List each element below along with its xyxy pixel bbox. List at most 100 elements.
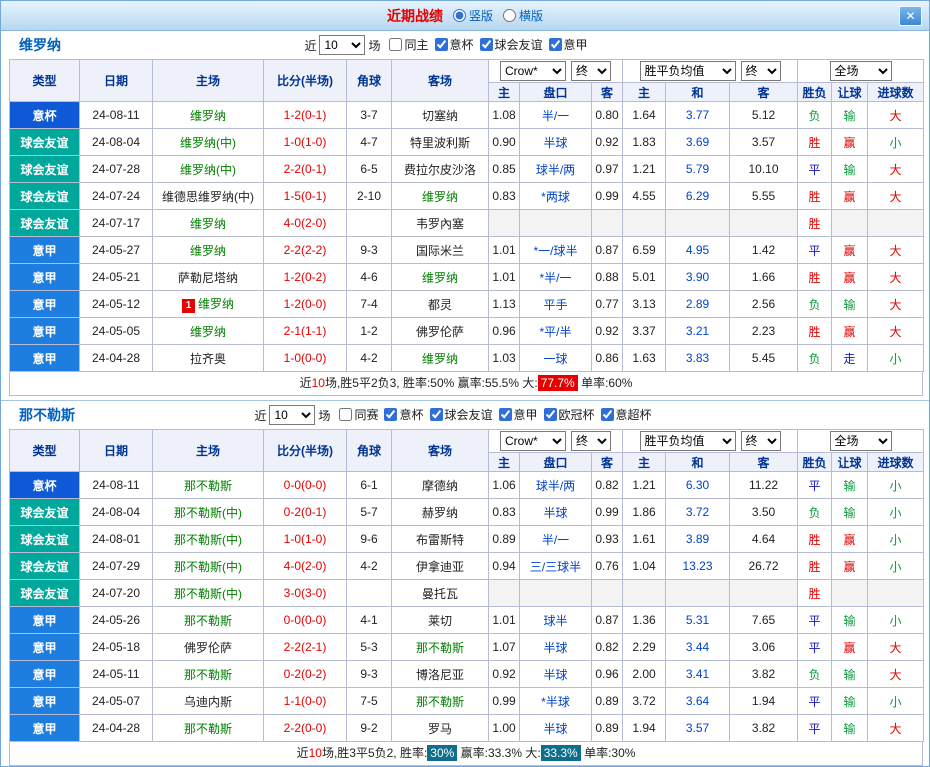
cell-home-team[interactable]: 那不勒斯 bbox=[152, 471, 264, 499]
filter-checkbox[interactable] bbox=[548, 38, 562, 51]
scope-select[interactable]: 全场 bbox=[829, 431, 892, 451]
cell-home-team[interactable]: 维罗纳 bbox=[152, 209, 264, 237]
cell-score[interactable]: 2-2(0-1) bbox=[263, 155, 347, 183]
avg-final-select[interactable]: 终 bbox=[740, 431, 781, 451]
cell-score[interactable]: 2-2(2-1) bbox=[263, 633, 347, 661]
cell-away-team[interactable]: 摩德纳 bbox=[391, 471, 489, 499]
cell-home-team[interactable]: 乌迪内斯 bbox=[152, 687, 264, 715]
filter-option[interactable]: 球会友谊 bbox=[429, 406, 493, 423]
cell-home-team[interactable]: 1 维罗纳 bbox=[152, 290, 264, 318]
cell-home-team[interactable]: 维罗纳(中) bbox=[152, 128, 264, 156]
cell-home-team[interactable]: 那不勒斯 bbox=[152, 660, 264, 688]
cell-home-team[interactable]: 维罗纳 bbox=[152, 236, 264, 264]
layout-option-horizontal[interactable]: 横版 bbox=[503, 7, 543, 24]
cell-home-team[interactable]: 那不勒斯(中) bbox=[152, 579, 264, 607]
cell-home-team[interactable]: 那不勒斯 bbox=[152, 714, 264, 742]
cell-score[interactable]: 0-0(0-0) bbox=[263, 471, 347, 499]
filter-checkbox[interactable] bbox=[600, 408, 614, 421]
filter-option[interactable]: 同赛 bbox=[339, 406, 378, 423]
cell-score[interactable]: 1-2(0-1) bbox=[263, 101, 347, 129]
cell-away-team[interactable]: 维罗纳 bbox=[391, 182, 489, 210]
cell-away-team[interactable]: 维罗纳 bbox=[391, 344, 489, 372]
filter-option[interactable]: 意甲 bbox=[548, 36, 588, 53]
cell-score[interactable]: 1-2(0-2) bbox=[263, 263, 347, 291]
cell-home-team[interactable]: 那不勒斯(中) bbox=[152, 525, 264, 553]
cell-score[interactable]: 2-1(1-1) bbox=[263, 317, 347, 345]
cell-home-team[interactable]: 拉齐奥 bbox=[152, 344, 264, 372]
cell-score[interactable]: 1-2(0-0) bbox=[263, 290, 347, 318]
filter-option[interactable]: 意甲 bbox=[498, 406, 538, 423]
cell-score[interactable]: 2-2(0-0) bbox=[263, 714, 347, 742]
layout-option-vertical[interactable]: 竖版 bbox=[452, 7, 493, 24]
cell-home-team[interactable]: 佛罗伦萨 bbox=[152, 633, 264, 661]
cell-score[interactable]: 1-0(1-0) bbox=[263, 525, 347, 553]
cell-home-team[interactable]: 维德思维罗纳(中) bbox=[152, 182, 264, 210]
match-count-select[interactable]: 10 bbox=[269, 405, 316, 425]
cell-score[interactable]: 0-2(0-2) bbox=[263, 660, 347, 688]
cell-away-team[interactable]: 维罗纳 bbox=[391, 263, 489, 291]
cell-away-team[interactable]: 特里波利斯 bbox=[391, 128, 489, 156]
avg-type-select[interactable]: 胜平负均值 bbox=[639, 61, 736, 81]
cell-score[interactable]: 1-0(0-0) bbox=[263, 344, 347, 372]
cell-score[interactable]: 3-0(3-0) bbox=[263, 579, 347, 607]
vertical-radio[interactable] bbox=[452, 9, 466, 22]
cell-score[interactable]: 4-0(2-0) bbox=[263, 209, 347, 237]
filter-option[interactable]: 意杯 bbox=[434, 36, 474, 53]
filter-checkbox[interactable] bbox=[479, 38, 493, 51]
cell-score[interactable]: 1-5(0-1) bbox=[263, 182, 347, 210]
scope-select[interactable]: 全场 bbox=[829, 61, 892, 81]
filter-option[interactable]: 欧冠杯 bbox=[543, 406, 595, 423]
cell-away-team[interactable]: 罗马 bbox=[391, 714, 489, 742]
cell-away-team[interactable]: 韦罗內塞 bbox=[391, 209, 489, 237]
cell-away-team[interactable]: 布雷斯特 bbox=[391, 525, 489, 553]
cell-home-team[interactable]: 那不勒斯(中) bbox=[152, 498, 264, 526]
cell-score[interactable]: 2-2(2-2) bbox=[263, 236, 347, 264]
cell-away-team[interactable]: 都灵 bbox=[391, 290, 489, 318]
filter-checkbox[interactable] bbox=[429, 408, 443, 421]
cell-avg-away: 3.82 bbox=[729, 714, 799, 742]
avg-final-select[interactable]: 终 bbox=[740, 61, 781, 81]
cell-away-team[interactable]: 伊拿迪亚 bbox=[391, 552, 489, 580]
filter-checkbox[interactable] bbox=[389, 38, 403, 51]
cell-home-team[interactable]: 维罗纳 bbox=[152, 317, 264, 345]
filter-checkbox[interactable] bbox=[339, 408, 353, 421]
cell-home-team[interactable]: 维罗纳 bbox=[152, 101, 264, 129]
cell-score[interactable]: 1-1(0-0) bbox=[263, 687, 347, 715]
cell-away-team[interactable]: 切塞纳 bbox=[391, 101, 489, 129]
cell-away-team[interactable]: 曼托瓦 bbox=[391, 579, 489, 607]
cell-home-team[interactable]: 那不勒斯 bbox=[152, 606, 264, 634]
cell-score[interactable]: 4-0(2-0) bbox=[263, 552, 347, 580]
cell-score[interactable]: 0-2(0-1) bbox=[263, 498, 347, 526]
cell-away-odds: 0.87 bbox=[590, 236, 624, 264]
odds-final-select[interactable]: 终 bbox=[571, 431, 611, 451]
match-count-select[interactable]: 10 bbox=[319, 35, 366, 55]
cell-home-team[interactable]: 维罗纳(中) bbox=[152, 155, 264, 183]
filter-option[interactable]: 球会友谊 bbox=[479, 36, 543, 53]
close-button[interactable]: ✕ bbox=[899, 6, 922, 26]
avg-type-select[interactable]: 胜平负均值 bbox=[639, 431, 736, 451]
cell-away-team[interactable]: 那不勒斯 bbox=[391, 633, 489, 661]
cell-away-team[interactable]: 博洛尼亚 bbox=[391, 660, 489, 688]
filter-option[interactable]: 意超杯 bbox=[600, 406, 652, 423]
cell-away-team[interactable]: 国际米兰 bbox=[391, 236, 489, 264]
filter-option[interactable]: 意杯 bbox=[384, 406, 424, 423]
odds-company-select[interactable]: Crow* bbox=[500, 61, 566, 81]
cell-score[interactable]: 1-0(1-0) bbox=[263, 128, 347, 156]
filter-checkbox[interactable] bbox=[498, 408, 512, 421]
cell-home-team[interactable]: 萨勒尼塔纳 bbox=[152, 263, 264, 291]
filter-option[interactable]: 同主 bbox=[389, 36, 429, 53]
horizontal-radio[interactable] bbox=[503, 9, 516, 22]
cell-home-team[interactable]: 那不勒斯(中) bbox=[152, 552, 264, 580]
cell-score[interactable]: 0-0(0-0) bbox=[263, 606, 347, 634]
cell-away-team[interactable]: 那不勒斯 bbox=[391, 687, 489, 715]
cell-away-team[interactable]: 费拉尔皮沙洛 bbox=[391, 155, 489, 183]
filter-checkbox[interactable] bbox=[434, 38, 448, 51]
cell-away-team[interactable]: 赫罗纳 bbox=[391, 498, 489, 526]
filter-checkbox[interactable] bbox=[384, 408, 398, 421]
cell-result: 胜 bbox=[797, 182, 833, 210]
cell-away-team[interactable]: 佛罗伦萨 bbox=[391, 317, 489, 345]
filter-checkbox[interactable] bbox=[543, 408, 557, 421]
odds-final-select[interactable]: 终 bbox=[571, 61, 611, 81]
cell-away-team[interactable]: 莱切 bbox=[391, 606, 489, 634]
odds-company-select[interactable]: Crow* bbox=[500, 431, 566, 451]
